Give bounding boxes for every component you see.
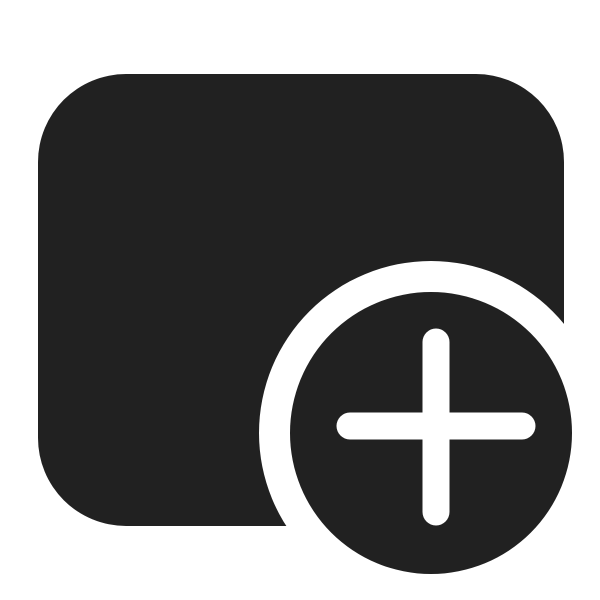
add-tab-icon[interactable]: [0, 0, 600, 600]
icon-canvas: [0, 0, 600, 600]
